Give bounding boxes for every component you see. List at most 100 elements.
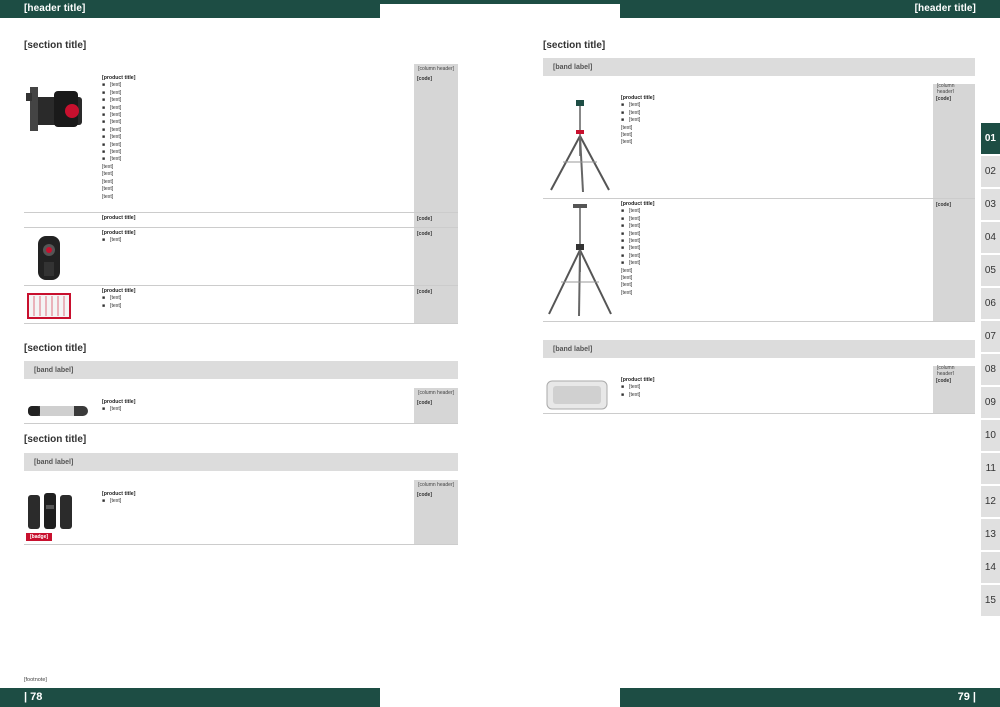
- tab-03[interactable]: 03: [981, 189, 1000, 220]
- spec-line: [text]: [621, 267, 633, 274]
- tab-04[interactable]: 04: [981, 222, 1000, 253]
- section-title-projector: [section title]: [543, 40, 606, 51]
- bullet: [text]: [102, 112, 414, 120]
- page-number-left: | 78: [24, 691, 43, 703]
- product-row: [product title] [text] [text] [text] [te…: [24, 73, 458, 213]
- bullet: [text]: [621, 253, 933, 261]
- product-title: [product title]: [621, 95, 655, 101]
- protective-panel-image: [546, 380, 608, 410]
- product-description: [product title] [text] [text]: [621, 377, 933, 400]
- order-number: [code]: [414, 73, 458, 212]
- cartridge-tube-image: [28, 406, 88, 416]
- product-description: [product title] [text] [text] [text] [te…: [102, 75, 414, 201]
- bullet: [text]: [621, 208, 933, 216]
- bullet: [text]: [102, 149, 414, 157]
- product-row: [product title] [text] [code]: [24, 397, 458, 424]
- spec-line: [text]: [102, 171, 114, 178]
- spec-line: [text]: [621, 132, 633, 139]
- product-row: [product title] [text] [text] [code]: [24, 286, 458, 324]
- tab-01[interactable]: 01: [981, 123, 1000, 154]
- product-description: [product title]: [102, 215, 414, 222]
- dust-extractor-image: [26, 87, 82, 131]
- product-title: [product title]: [102, 399, 136, 405]
- product-description: [product title] [text] [text] [text] [te…: [621, 95, 933, 147]
- product-title: [product title]: [621, 377, 655, 383]
- footer-bar-left: | 78: [0, 688, 380, 707]
- bullet: [text]: [621, 223, 933, 231]
- bullet: [text]: [621, 245, 933, 253]
- order-no-header: [column header]: [414, 64, 458, 73]
- bullet: [text]: [621, 238, 933, 246]
- bullet: [text]: [102, 303, 414, 311]
- tab-06[interactable]: 06: [981, 288, 1000, 319]
- bullet: [text]: [621, 110, 933, 118]
- tab-09[interactable]: 09: [981, 387, 1000, 418]
- product-description: [product title] [text]: [102, 230, 414, 245]
- category-band: [band label]: [24, 361, 458, 379]
- header-title-left: [header title]: [24, 3, 86, 14]
- order-number: [code]: [933, 375, 975, 413]
- header-title-right: [header title]: [914, 3, 976, 14]
- bullet: [text]: [621, 216, 933, 224]
- header-strip: [380, 0, 620, 4]
- tab-05[interactable]: 05: [981, 255, 1000, 286]
- product-title: [product title]: [102, 288, 136, 294]
- bullet: [text]: [102, 90, 414, 98]
- bullet: [text]: [621, 231, 933, 239]
- product-row: [product title] [code]: [24, 213, 458, 228]
- tab-14[interactable]: 14: [981, 552, 1000, 583]
- tab-08[interactable]: 08: [981, 354, 1000, 385]
- product-title: [product title]: [102, 75, 136, 81]
- spec-line: [text]: [621, 275, 633, 282]
- new-badge: [badge]: [26, 533, 53, 541]
- tripod-image: [550, 100, 610, 193]
- bullet: [text]: [102, 127, 414, 135]
- order-number: [code]: [414, 213, 458, 227]
- bullet: [text]: [102, 97, 414, 105]
- bullet: [text]: [102, 142, 414, 150]
- category-band: [band label]: [543, 340, 975, 358]
- order-no-header: [column header]: [933, 83, 975, 95]
- product-row: [product title] [text] [text] [code]: [543, 375, 975, 414]
- order-no-header: [column header]: [414, 388, 458, 397]
- product-row: [product title] [text] [text] [text] [te…: [543, 93, 975, 199]
- bullet: [text]: [102, 295, 414, 303]
- bullet: [text]: [621, 392, 933, 400]
- order-number: [code]: [933, 199, 975, 321]
- spec-line: [text]: [621, 289, 633, 296]
- product-row: [product title] [text] [text] [text] [te…: [543, 199, 975, 322]
- chuck-jaws-image: [28, 493, 72, 529]
- bullet: [text]: [102, 498, 414, 506]
- category-band: [band label]: [24, 453, 458, 471]
- tab-02[interactable]: 02: [981, 156, 1000, 187]
- tab-12[interactable]: 12: [981, 486, 1000, 517]
- bullet: [text]: [621, 117, 933, 125]
- section-title-sealant-guns: [section title]: [24, 343, 87, 354]
- bullet: [text]: [102, 237, 414, 245]
- tab-13[interactable]: 13: [981, 519, 1000, 550]
- order-no-header: [column header]: [414, 480, 458, 489]
- spec-line: [text]: [102, 163, 114, 170]
- product-title: [product title]: [102, 215, 136, 221]
- spec-line: [text]: [102, 178, 114, 185]
- tab-15[interactable]: 15: [981, 585, 1000, 616]
- order-number: [code]: [414, 489, 458, 544]
- product-title: [product title]: [621, 201, 655, 207]
- spec-line: [text]: [102, 193, 114, 200]
- tab-07[interactable]: 07: [981, 321, 1000, 352]
- bullet: [text]: [102, 82, 414, 90]
- product-description: [product title] [text] [text] [text] [te…: [621, 201, 933, 297]
- page-number-right: 79 |: [957, 691, 976, 703]
- spec-line: [text]: [621, 139, 633, 146]
- bullet: [text]: [102, 156, 414, 164]
- suction-heads-image: [38, 236, 60, 280]
- bullet: [text]: [621, 384, 933, 392]
- product-title: [product title]: [102, 230, 136, 236]
- tab-10[interactable]: 10: [981, 420, 1000, 451]
- tab-11[interactable]: 11: [981, 453, 1000, 484]
- category-band: [band label]: [543, 58, 975, 76]
- order-number: [code]: [414, 286, 458, 323]
- product-row: [product title] [text] [code]: [24, 228, 458, 286]
- footnote: [footnote]: [24, 677, 47, 683]
- footer-bar-right: 79 |: [620, 688, 1000, 707]
